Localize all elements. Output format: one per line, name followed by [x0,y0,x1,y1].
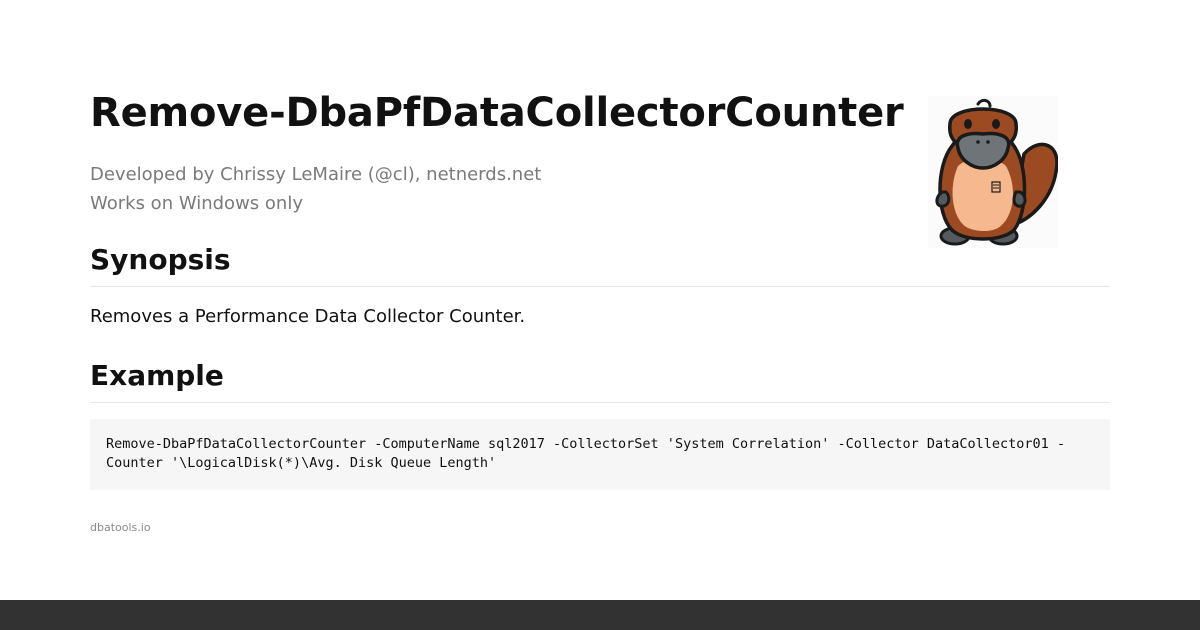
site-footer-text: dbatools.io [90,521,151,534]
platypus-mascot-icon [928,96,1058,248]
synopsis-text: Removes a Performance Data Collector Cou… [90,306,526,327]
page: Remove-DbaPfDataCollectorCounter Develop… [0,0,1200,630]
example-heading: Example [90,358,1110,403]
bottom-bar [0,600,1200,630]
example-code-block: Remove-DbaPfDataCollectorCounter -Comput… [90,419,1110,490]
synopsis-heading: Synopsis [90,242,1110,287]
